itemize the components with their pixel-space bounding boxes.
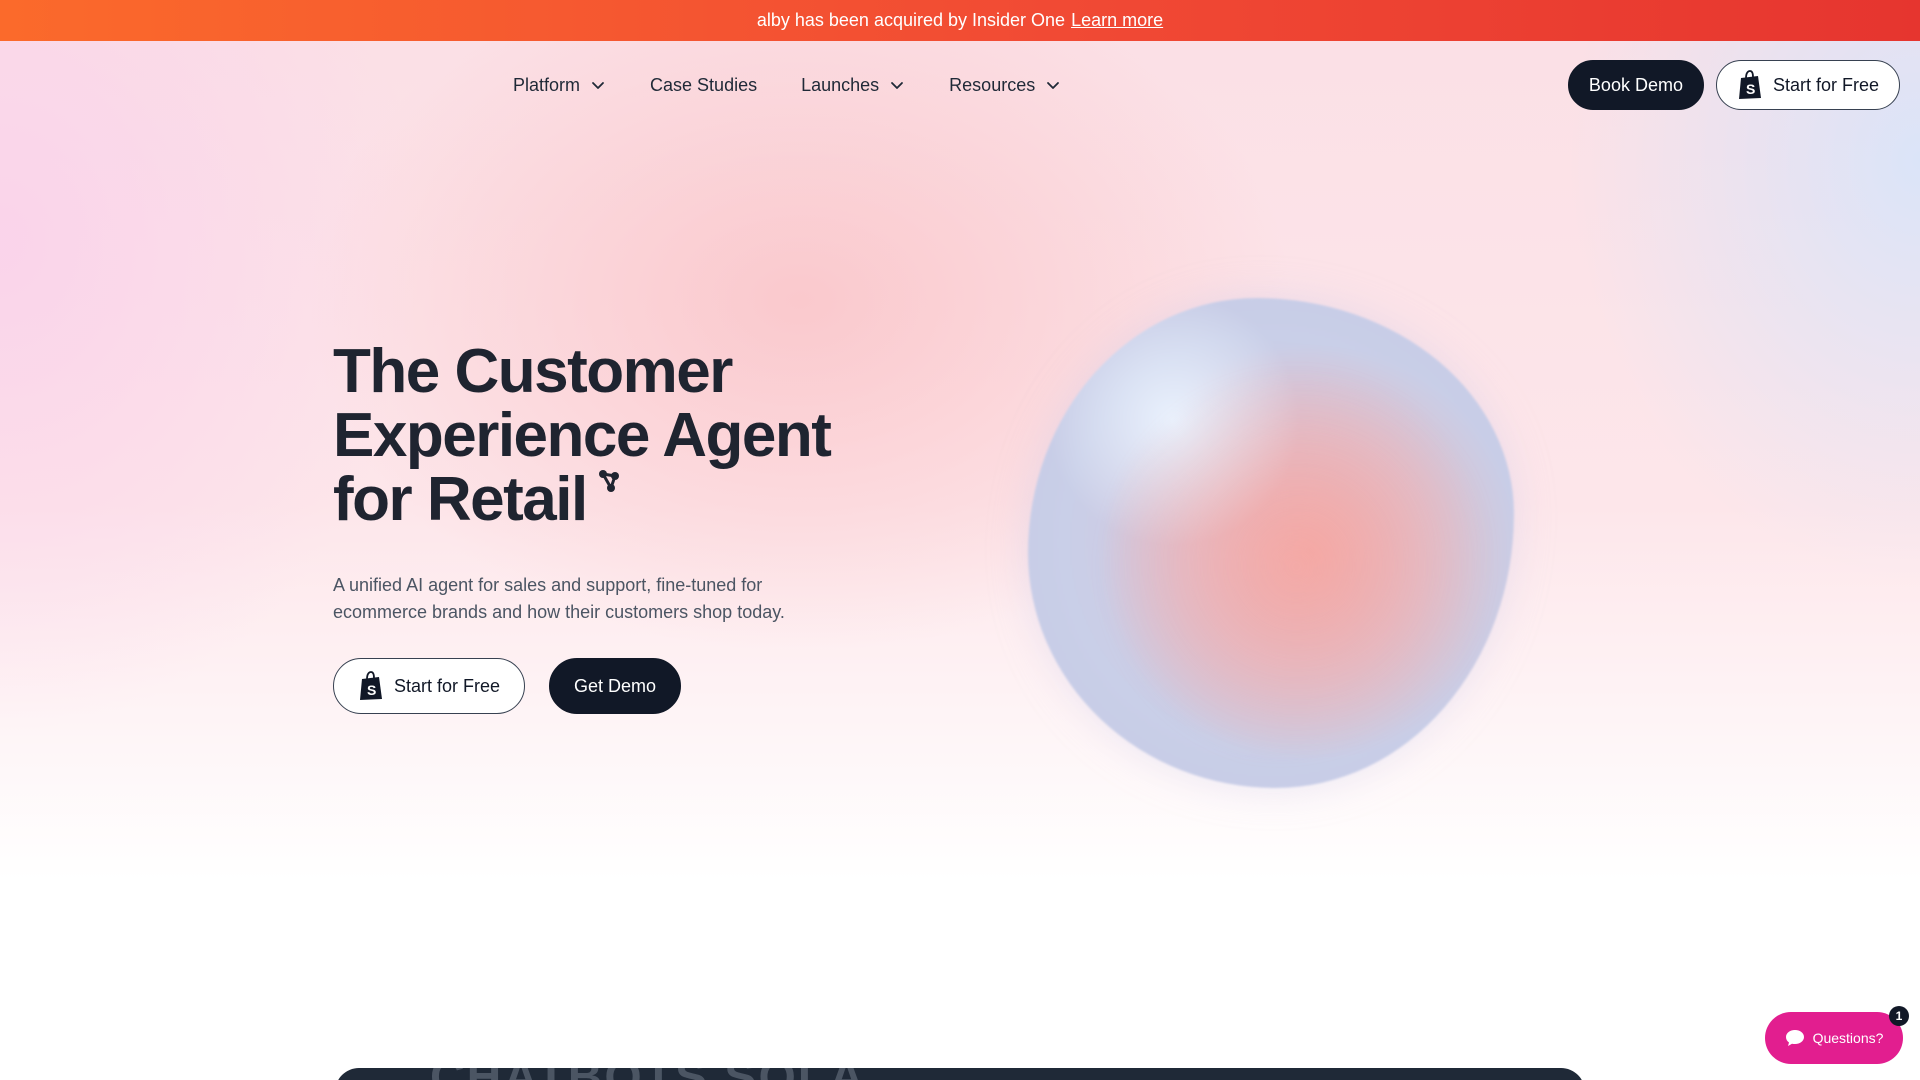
nav-cta-group: Book Demo S Start for Free	[1567, 60, 1900, 110]
hero-start-free-button[interactable]: S Start for Free	[333, 658, 526, 714]
bottom-section-heading: CHATBOTS SOLA	[430, 1068, 866, 1080]
svg-text:S: S	[1746, 81, 1755, 97]
hero-title-line-1: The Customer	[333, 337, 733, 406]
chat-bubble-icon	[1785, 1030, 1804, 1046]
hero-start-free-label: Start for Free	[394, 675, 501, 696]
sparkle-icon	[598, 470, 619, 492]
chevron-down-icon	[1047, 82, 1060, 89]
nav-item-label: Platform	[513, 74, 581, 95]
announcement-learn-more-link[interactable]: Learn more	[1071, 10, 1163, 31]
nav-item-resources[interactable]: Resources	[949, 75, 1061, 96]
chevron-down-icon	[592, 82, 604, 89]
main-nav: Platform Case Studies Launches Resources…	[0, 41, 1920, 129]
svg-text:S: S	[367, 682, 376, 698]
nav-start-free-button[interactable]: S Start for Free	[1715, 60, 1900, 110]
shopify-bag-icon: S	[360, 671, 382, 700]
chevron-down-icon	[891, 82, 904, 89]
hero-title-line-2: Experience Agent	[333, 401, 832, 470]
nav-start-free-label: Start for Free	[1772, 74, 1879, 95]
nav-links: Platform Case Studies Launches Resources	[513, 41, 1061, 129]
hero-title-line-3: for Retail	[333, 465, 588, 534]
hero-background	[0, 41, 1920, 881]
announcement-text: alby has been acquired by Insider One	[756, 10, 1066, 30]
shopify-bag-icon: S	[1738, 70, 1761, 99]
nav-item-platform[interactable]: Platform	[513, 75, 606, 96]
hero-button-group: S Start for Free Get Demo	[333, 658, 893, 714]
chat-widget-button[interactable]: Questions? 1	[1765, 1006, 1909, 1064]
chat-widget-label: Questions?	[1812, 1030, 1884, 1046]
nav-item-launches[interactable]: Launches	[801, 75, 905, 96]
get-demo-button[interactable]: Get Demo	[549, 658, 682, 714]
nav-item-label: Case Studies	[650, 74, 758, 95]
hero-subtitle: A unified AI agent for sales and support…	[333, 575, 785, 622]
hero-title: The Customer Experience Agent for Retail	[333, 340, 893, 532]
bottom-dark-section: CHATBOTS SOLA	[335, 1068, 1585, 1080]
nav-item-case-studies[interactable]: Case Studies	[650, 75, 757, 96]
hero-blob-glow	[1060, 330, 1490, 760]
book-demo-button[interactable]: Book Demo	[1567, 60, 1704, 110]
nav-item-label: Launches	[801, 74, 880, 95]
announcement-bar: alby has been acquired by Insider One Le…	[0, 0, 1920, 41]
chat-notification-badge: 1	[1889, 1006, 1909, 1026]
hero-section: The Customer Experience Agent for Retail…	[333, 340, 893, 714]
nav-item-label: Resources	[949, 74, 1036, 95]
